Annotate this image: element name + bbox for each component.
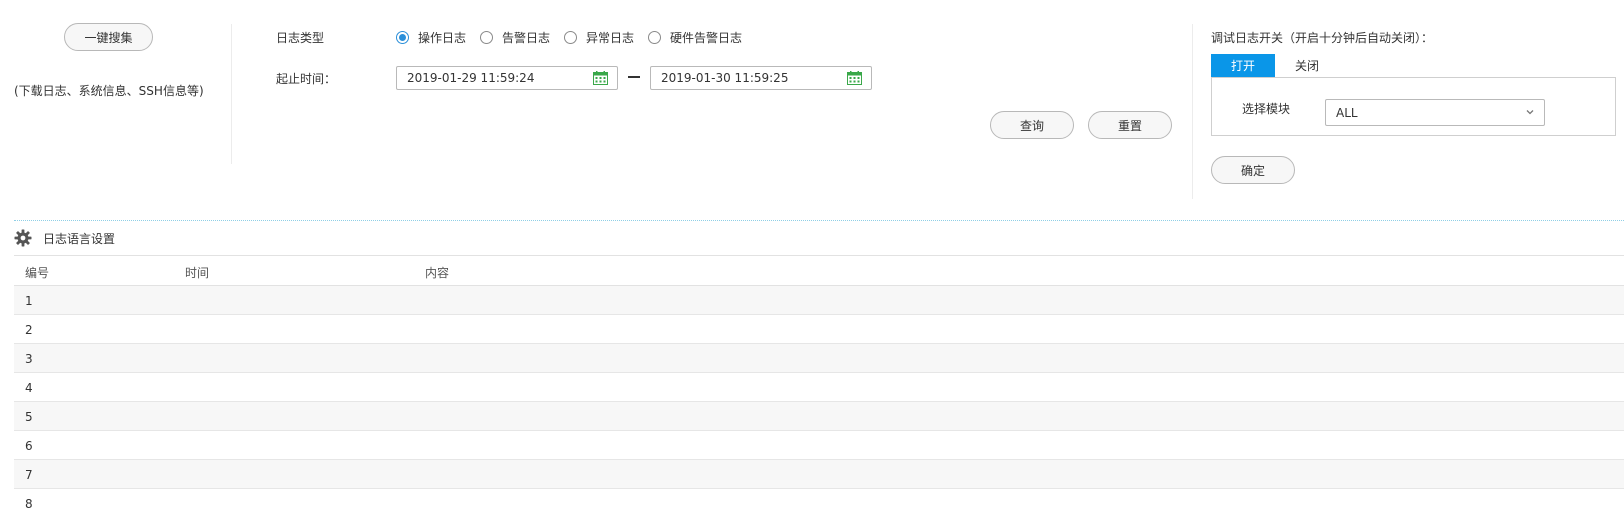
radio-hardware-alarm-log[interactable]: 硬件告警日志 [648,29,742,46]
table-row: 4 [14,373,1624,402]
end-time-input[interactable]: 2019-01-30 11:59:25 [650,66,872,90]
tab-off[interactable]: 关闭 [1275,54,1339,77]
row-number: 5 [25,410,33,424]
header-content: 内容 [425,266,450,280]
radio-label: 硬件告警日志 [670,30,743,45]
time-range-label: 起止时间： [276,72,337,86]
table-row: 8 [14,489,1624,517]
debug-switch-title: 调试日志开关（开启十分钟后自动关闭）： [1211,31,1434,45]
radio-button[interactable] [396,30,409,44]
right-divider [1192,24,1193,199]
log-table: 编号 时间 内容 1 2 3 4 5 6 7 8 [14,255,1624,517]
calendar-icon[interactable] [593,71,608,85]
radio-button[interactable] [648,30,662,44]
radio-button[interactable] [564,30,578,44]
gear-icon[interactable] [14,229,32,247]
radio-operation-log[interactable]: 操作日志 [396,29,466,46]
start-time-input[interactable]: 2019-01-29 11:59:24 [396,66,618,90]
end-time-value: 2019-01-30 11:59:25 [661,71,789,85]
reset-button[interactable]: 重置 [1088,111,1172,139]
row-number: 7 [25,468,33,482]
start-time-value: 2019-01-29 11:59:24 [407,71,535,85]
radio-label: 异常日志 [586,30,635,45]
radio-label: 操作日志 [418,30,467,45]
calendar-icon[interactable] [847,71,862,85]
chevron-down-icon [1526,110,1534,115]
radio-button[interactable] [480,30,494,44]
debug-switch-tabs: 打开 关闭 [1211,54,1339,77]
header-number: 编号 [25,266,50,280]
range-dash [628,76,640,78]
query-button[interactable]: 查询 [990,111,1074,139]
row-number: 3 [25,352,33,366]
table-row: 6 [14,431,1624,460]
table-row: 7 [14,460,1624,489]
row-number: 4 [25,381,33,395]
radio-exception-log[interactable]: 异常日志 [564,29,634,46]
module-select[interactable]: ALL [1325,99,1545,126]
log-type-label: 日志类型 [276,31,325,45]
header-time: 时间 [185,266,210,280]
one-click-collect-button[interactable]: 一键搜集 [64,23,153,51]
left-divider [231,24,232,164]
log-type-radio-group: 操作日志 告警日志 异常日志 硬件告警日志 [396,28,756,46]
row-number: 2 [25,323,33,337]
module-select-value: ALL [1336,105,1358,120]
tab-on[interactable]: 打开 [1211,54,1275,77]
table-row: 2 [14,315,1624,344]
table-row: 5 [14,402,1624,431]
row-number: 6 [25,439,33,453]
radio-label: 告警日志 [502,30,551,45]
log-language-setting-link[interactable]: 日志语言设置 [43,230,115,247]
row-number: 1 [25,294,33,308]
section-divider [14,220,1624,221]
table-header: 编号 时间 内容 [14,255,1624,286]
table-row: 1 [14,286,1624,315]
confirm-button[interactable]: 确定 [1211,156,1295,184]
row-number: 8 [25,497,33,511]
radio-alarm-log[interactable]: 告警日志 [480,29,550,46]
collect-description: (下载日志、系统信息、SSH信息等) [14,84,204,98]
module-label: 选择模块 [1242,102,1291,116]
table-row: 3 [14,344,1624,373]
